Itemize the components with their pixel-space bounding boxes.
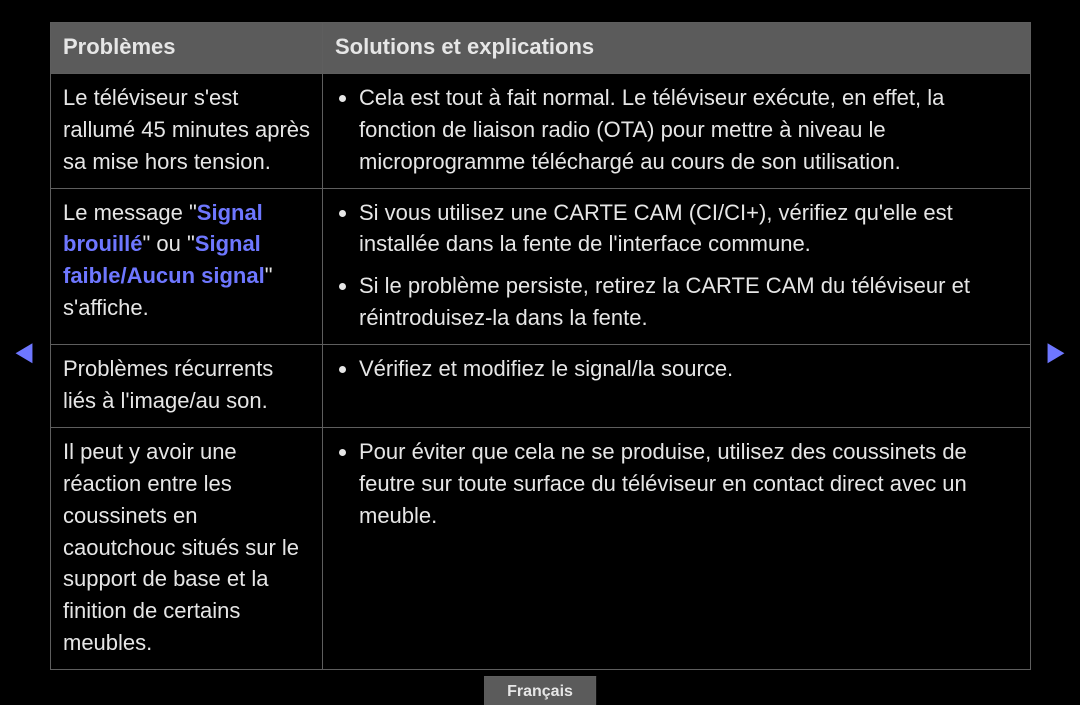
problem-text: Le message " [63, 200, 197, 225]
troubleshooting-table-wrap: Problèmes Solutions et explications Le t… [50, 22, 1030, 670]
solution-cell: Si vous utilisez une CARTE CAM (CI/CI+),… [323, 188, 1031, 345]
solution-cell: Cela est tout à fait normal. Le télévise… [323, 73, 1031, 188]
solution-cell: Vérifiez et modifiez le signal/la source… [323, 345, 1031, 428]
solution-item: Si le problème persiste, retirez la CART… [359, 270, 1018, 334]
solution-item: Si vous utilisez une CARTE CAM (CI/CI+),… [359, 197, 1018, 261]
solution-cell: Pour éviter que cela ne se produise, uti… [323, 427, 1031, 669]
language-tab[interactable]: Français [484, 676, 596, 705]
table-row: Le téléviseur s'est rallumé 45 minutes a… [51, 73, 1031, 188]
solution-list: Pour éviter que cela ne se produise, uti… [335, 436, 1018, 532]
problem-cell: Le message "Signal brouillé" ou "Signal … [51, 188, 323, 345]
header-solutions: Solutions et explications [323, 23, 1031, 74]
problem-cell: Il peut y avoir une réaction entre les c… [51, 427, 323, 669]
prev-page-arrow-icon[interactable]: ◀ [16, 338, 33, 364]
table-header-row: Problèmes Solutions et explications [51, 23, 1031, 74]
solution-item: Cela est tout à fait normal. Le télévise… [359, 82, 1018, 178]
solution-list: Vérifiez et modifiez le signal/la source… [335, 353, 1018, 385]
table-row: Problèmes récurrents liés à l'image/au s… [51, 345, 1031, 428]
problem-cell: Problèmes récurrents liés à l'image/au s… [51, 345, 323, 428]
manual-page: ◀ ▶ Problèmes Solutions et explications … [0, 0, 1080, 705]
header-problems: Problèmes [51, 23, 323, 74]
next-page-arrow-icon[interactable]: ▶ [1048, 338, 1065, 364]
solution-item: Pour éviter que cela ne se produise, uti… [359, 436, 1018, 532]
troubleshooting-table: Problèmes Solutions et explications Le t… [50, 22, 1031, 670]
problem-cell: Le téléviseur s'est rallumé 45 minutes a… [51, 73, 323, 188]
solution-list: Cela est tout à fait normal. Le télévise… [335, 82, 1018, 178]
table-body: Le téléviseur s'est rallumé 45 minutes a… [51, 73, 1031, 669]
solution-list: Si vous utilisez une CARTE CAM (CI/CI+),… [335, 197, 1018, 335]
table-row: Le message "Signal brouillé" ou "Signal … [51, 188, 1031, 345]
problem-text: " ou " [142, 231, 194, 256]
table-row: Il peut y avoir une réaction entre les c… [51, 427, 1031, 669]
solution-item: Vérifiez et modifiez le signal/la source… [359, 353, 1018, 385]
